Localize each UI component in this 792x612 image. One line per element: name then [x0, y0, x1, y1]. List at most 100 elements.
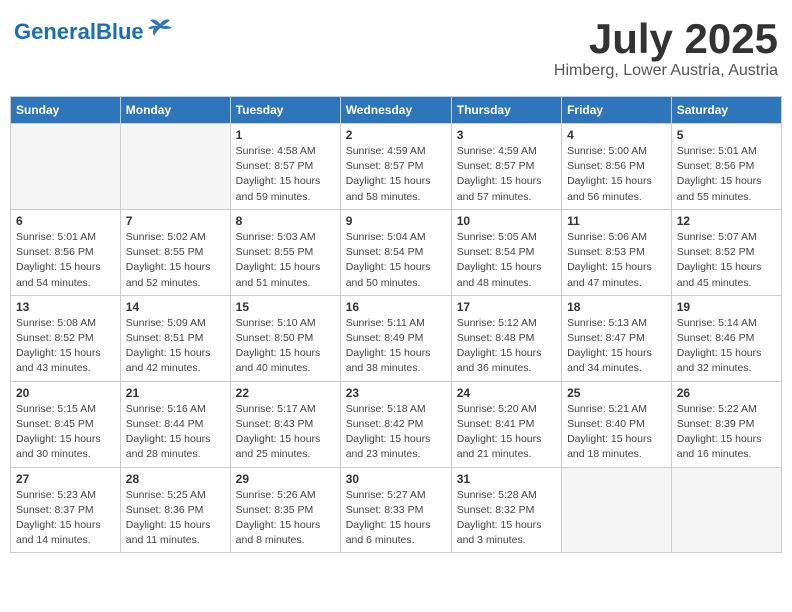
- week-row-1: 1 Sunrise: 4:58 AM Sunset: 8:57 PM Daylig…: [11, 124, 782, 210]
- logo-bird-icon: [146, 18, 174, 46]
- day-detail: Sunrise: 5:02 AM Sunset: 8:55 PM Dayligh…: [126, 230, 225, 291]
- calendar-cell: 20 Sunrise: 5:15 AM Sunset: 8:45 PM Dayli…: [11, 381, 121, 467]
- day-number: 10: [457, 214, 556, 228]
- calendar-cell: 22 Sunrise: 5:17 AM Sunset: 8:43 PM Dayli…: [230, 381, 340, 467]
- day-number: 13: [16, 300, 115, 314]
- day-detail: Sunrise: 5:05 AM Sunset: 8:54 PM Dayligh…: [457, 230, 556, 291]
- day-number: 21: [126, 386, 225, 400]
- day-detail: Sunrise: 5:01 AM Sunset: 8:56 PM Dayligh…: [16, 230, 115, 291]
- calendar-cell: 3 Sunrise: 4:59 AM Sunset: 8:57 PM Daylig…: [451, 124, 561, 210]
- day-number: 30: [346, 472, 446, 486]
- calendar-cell: 5 Sunrise: 5:01 AM Sunset: 8:56 PM Daylig…: [671, 124, 781, 210]
- calendar-cell: 1 Sunrise: 4:58 AM Sunset: 8:57 PM Daylig…: [230, 124, 340, 210]
- calendar-cell: 21 Sunrise: 5:16 AM Sunset: 8:44 PM Dayli…: [120, 381, 230, 467]
- day-detail: Sunrise: 5:10 AM Sunset: 8:50 PM Dayligh…: [236, 316, 335, 377]
- day-number: 15: [236, 300, 335, 314]
- calendar-cell: 9 Sunrise: 5:04 AM Sunset: 8:54 PM Daylig…: [340, 209, 451, 295]
- day-number: 7: [126, 214, 225, 228]
- calendar-cell: 18 Sunrise: 5:13 AM Sunset: 8:47 PM Dayli…: [562, 295, 672, 381]
- calendar-cell: 28Sunrise: 5:25 AM Sunset: 8:36 PM Dayli…: [120, 467, 230, 553]
- weekday-header-row: SundayMondayTuesdayWednesdayThursdayFrid…: [11, 97, 782, 124]
- day-number: 12: [677, 214, 776, 228]
- location-subtitle: Himberg, Lower Austria, Austria: [554, 62, 778, 80]
- calendar-cell: 14Sunrise: 5:09 AM Sunset: 8:51 PM Dayli…: [120, 295, 230, 381]
- calendar-cell: 24Sunrise: 5:20 AM Sunset: 8:41 PM Dayli…: [451, 381, 561, 467]
- calendar-cell: [562, 467, 672, 553]
- day-number: 31: [457, 472, 556, 486]
- day-detail: Sunrise: 5:01 AM Sunset: 8:56 PM Dayligh…: [677, 144, 776, 205]
- day-detail: Sunrise: 5:27 AM Sunset: 8:33 PM Dayligh…: [346, 488, 446, 549]
- weekday-header-saturday: Saturday: [671, 97, 781, 124]
- day-detail: Sunrise: 5:06 AM Sunset: 8:53 PM Dayligh…: [567, 230, 666, 291]
- logo-name: GeneralBlue: [14, 21, 144, 43]
- calendar-cell: 13 Sunrise: 5:08 AM Sunset: 8:52 PM Dayli…: [11, 295, 121, 381]
- day-number: 20: [16, 386, 115, 400]
- weekday-header-tuesday: Tuesday: [230, 97, 340, 124]
- calendar-table: SundayMondayTuesdayWednesdayThursdayFrid…: [10, 96, 782, 553]
- calendar-cell: [120, 124, 230, 210]
- day-detail: Sunrise: 5:15 AM Sunset: 8:45 PM Dayligh…: [16, 402, 115, 463]
- weekday-header-sunday: Sunday: [11, 97, 121, 124]
- day-number: 9: [346, 214, 446, 228]
- day-detail: Sunrise: 4:59 AM Sunset: 8:57 PM Dayligh…: [457, 144, 556, 205]
- weekday-header-wednesday: Wednesday: [340, 97, 451, 124]
- calendar-cell: 17 Sunrise: 5:12 AM Sunset: 8:48 PM Dayli…: [451, 295, 561, 381]
- calendar-cell: 30 Sunrise: 5:27 AM Sunset: 8:33 PM Dayli…: [340, 467, 451, 553]
- day-number: 26: [677, 386, 776, 400]
- day-detail: Sunrise: 5:28 AM Sunset: 8:32 PM Dayligh…: [457, 488, 556, 549]
- day-number: 8: [236, 214, 335, 228]
- day-detail: Sunrise: 5:07 AM Sunset: 8:52 PM Dayligh…: [677, 230, 776, 291]
- title-block: July 2025 Himberg, Lower Austria, Austri…: [554, 18, 778, 80]
- calendar-cell: 19 Sunrise: 5:14 AM Sunset: 8:46 PM Dayli…: [671, 295, 781, 381]
- day-number: 16: [346, 300, 446, 314]
- calendar-cell: 15 Sunrise: 5:10 AM Sunset: 8:50 PM Dayli…: [230, 295, 340, 381]
- day-number: 27: [16, 472, 115, 486]
- day-detail: Sunrise: 5:26 AM Sunset: 8:35 PM Dayligh…: [236, 488, 335, 549]
- calendar-cell: 8Sunrise: 5:03 AM Sunset: 8:55 PM Daylig…: [230, 209, 340, 295]
- day-number: 23: [346, 386, 446, 400]
- day-detail: Sunrise: 5:04 AM Sunset: 8:54 PM Dayligh…: [346, 230, 446, 291]
- weekday-header-monday: Monday: [120, 97, 230, 124]
- day-number: 5: [677, 128, 776, 142]
- day-number: 18: [567, 300, 666, 314]
- day-number: 22: [236, 386, 335, 400]
- day-detail: Sunrise: 5:22 AM Sunset: 8:39 PM Dayligh…: [677, 402, 776, 463]
- day-detail: Sunrise: 5:23 AM Sunset: 8:37 PM Dayligh…: [16, 488, 115, 549]
- calendar-cell: [11, 124, 121, 210]
- day-number: 3: [457, 128, 556, 142]
- weekday-header-thursday: Thursday: [451, 97, 561, 124]
- day-detail: Sunrise: 5:17 AM Sunset: 8:43 PM Dayligh…: [236, 402, 335, 463]
- day-number: 17: [457, 300, 556, 314]
- month-title: July 2025: [554, 18, 778, 60]
- day-detail: Sunrise: 5:18 AM Sunset: 8:42 PM Dayligh…: [346, 402, 446, 463]
- calendar-cell: 31 Sunrise: 5:28 AM Sunset: 8:32 PM Dayli…: [451, 467, 561, 553]
- day-detail: Sunrise: 5:00 AM Sunset: 8:56 PM Dayligh…: [567, 144, 666, 205]
- day-number: 4: [567, 128, 666, 142]
- week-row-5: 27 Sunrise: 5:23 AM Sunset: 8:37 PM Dayli…: [11, 467, 782, 553]
- calendar-cell: 25Sunrise: 5:21 AM Sunset: 8:40 PM Dayli…: [562, 381, 672, 467]
- day-number: 1: [236, 128, 335, 142]
- day-detail: Sunrise: 4:59 AM Sunset: 8:57 PM Dayligh…: [346, 144, 446, 205]
- day-detail: Sunrise: 5:11 AM Sunset: 8:49 PM Dayligh…: [346, 316, 446, 377]
- week-row-2: 6Sunrise: 5:01 AM Sunset: 8:56 PM Daylig…: [11, 209, 782, 295]
- calendar-cell: 16 Sunrise: 5:11 AM Sunset: 8:49 PM Dayli…: [340, 295, 451, 381]
- day-detail: Sunrise: 5:09 AM Sunset: 8:51 PM Dayligh…: [126, 316, 225, 377]
- day-detail: Sunrise: 5:08 AM Sunset: 8:52 PM Dayligh…: [16, 316, 115, 377]
- day-number: 11: [567, 214, 666, 228]
- page-header: GeneralBlue July 2025 Himberg, Lower Aus…: [10, 10, 782, 88]
- calendar-cell: 10 Sunrise: 5:05 AM Sunset: 8:54 PM Dayli…: [451, 209, 561, 295]
- day-number: 29: [236, 472, 335, 486]
- calendar-cell: 29 Sunrise: 5:26 AM Sunset: 8:35 PM Dayli…: [230, 467, 340, 553]
- calendar-cell: [671, 467, 781, 553]
- day-detail: Sunrise: 5:16 AM Sunset: 8:44 PM Dayligh…: [126, 402, 225, 463]
- day-detail: Sunrise: 5:20 AM Sunset: 8:41 PM Dayligh…: [457, 402, 556, 463]
- day-number: 19: [677, 300, 776, 314]
- day-detail: Sunrise: 5:14 AM Sunset: 8:46 PM Dayligh…: [677, 316, 776, 377]
- day-detail: Sunrise: 5:13 AM Sunset: 8:47 PM Dayligh…: [567, 316, 666, 377]
- week-row-4: 20 Sunrise: 5:15 AM Sunset: 8:45 PM Dayli…: [11, 381, 782, 467]
- calendar-cell: 12 Sunrise: 5:07 AM Sunset: 8:52 PM Dayli…: [671, 209, 781, 295]
- day-detail: Sunrise: 4:58 AM Sunset: 8:57 PM Dayligh…: [236, 144, 335, 205]
- day-detail: Sunrise: 5:12 AM Sunset: 8:48 PM Dayligh…: [457, 316, 556, 377]
- day-number: 25: [567, 386, 666, 400]
- day-number: 28: [126, 472, 225, 486]
